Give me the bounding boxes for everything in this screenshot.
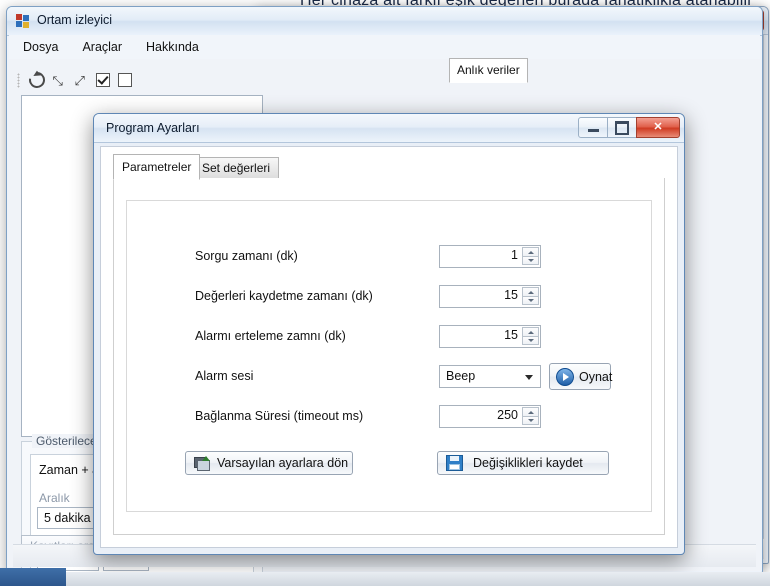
taskbar-accent	[0, 568, 66, 586]
field-row-sorgu-zamani: Sorgu zamanı (dk) 1	[127, 245, 651, 271]
expand-all-icon: ⤢	[74, 72, 85, 88]
spinner-down-icon[interactable]	[522, 336, 539, 345]
play-sound-button[interactable]: Oynat	[549, 363, 613, 390]
sorgu-zamani-value: 1	[511, 248, 518, 262]
alarm-sesi-select[interactable]: Beep	[439, 365, 541, 388]
alarm-erteleme-value: 15	[504, 328, 518, 342]
kaydetme-zamani-label: Değerleri kaydetme zamanı (dk)	[195, 289, 373, 303]
tab-anlik-veriler[interactable]: Anlık veriler	[449, 58, 528, 83]
alarm-erteleme-label: Alarmı erteleme zamnı (dk)	[195, 329, 346, 343]
restore-defaults-icon	[194, 456, 210, 471]
dialog-client: Parametreler Set değerleri Sorgu zamanı …	[100, 146, 678, 548]
dialog-close-button[interactable]: ✕	[636, 117, 680, 138]
save-icon	[446, 455, 463, 471]
expand-all-button[interactable]: ⤢	[70, 70, 92, 90]
field-row-baglanma-suresi: Bağlanma Süresi (timeout ms) 250	[127, 405, 651, 431]
play-button-label: Oynat	[579, 369, 613, 384]
menu-item-dosya[interactable]: Dosya	[23, 40, 58, 54]
menu-item-hakkinda[interactable]: Hakkında	[146, 40, 199, 54]
check-all-button[interactable]	[92, 70, 114, 90]
dialog-tabpage: Sorgu zamanı (dk) 1 Değerleri kaydetme z…	[113, 178, 665, 535]
restore-defaults-label: Varsayılan ayarlara dön	[217, 456, 349, 470]
spinner-down-icon[interactable]	[522, 296, 539, 305]
dialog-title: Program Ayarları	[106, 121, 200, 135]
baglanma-suresi-label: Bağlanma Süresi (timeout ms)	[195, 409, 364, 423]
spinner-up-icon[interactable]	[522, 407, 539, 416]
left-toolbar: ⤡ ⤢	[17, 68, 267, 92]
parameters-panel: Sorgu zamanı (dk) 1 Değerleri kaydetme z…	[126, 200, 652, 512]
kaydetme-zamani-value: 15	[504, 288, 518, 302]
dialog-minimize-button[interactable]	[578, 117, 608, 138]
chevron-down-icon	[525, 375, 533, 380]
refresh-icon	[25, 68, 49, 92]
main-menubar: Dosya Araçlar Hakkında	[9, 35, 760, 60]
field-row-kaydetme-zamani: Değerleri kaydetme zamanı (dk) 15	[127, 285, 651, 311]
program-settings-dialog[interactable]: Program Ayarları ✕ Parametreler Set değe…	[93, 113, 685, 555]
restore-defaults-button[interactable]: Varsayılan ayarlara dön	[185, 451, 353, 475]
left-toolbar-grip[interactable]	[17, 72, 20, 88]
checkbox-unchecked-icon	[118, 73, 132, 87]
baglanma-suresi-value: 250	[497, 408, 518, 422]
save-changes-label: Değişiklikleri kaydet	[473, 456, 583, 470]
application-icon	[16, 14, 30, 28]
baglanma-suresi-spinner[interactable]: 250	[439, 405, 541, 428]
screen-root: Her cihaza ait farklı eşik değerleri bur…	[0, 0, 770, 586]
play-icon	[556, 367, 574, 386]
field-row-alarm-erteleme: Alarmı erteleme zamnı (dk) 15	[127, 325, 651, 351]
dialog-maximize-button[interactable]	[607, 117, 637, 138]
spinner-up-icon[interactable]	[522, 327, 539, 336]
main-window-titlebar[interactable]: Ortam izleyici	[7, 7, 762, 36]
dialog-caption-buttons: ✕	[578, 117, 680, 138]
sorgu-zamani-spinner[interactable]: 1	[439, 245, 541, 268]
alarm-sesi-label: Alarm sesi	[195, 369, 254, 383]
alarm-sesi-value: Beep	[446, 369, 476, 383]
dialog-tabstrip: Parametreler Set değerleri	[113, 154, 665, 180]
spinner-up-icon[interactable]	[522, 247, 539, 256]
uncheck-all-button[interactable]	[114, 70, 136, 90]
kaydetme-zamani-spinner[interactable]: 15	[439, 285, 541, 308]
sorgu-zamani-spin-buttons	[522, 247, 539, 266]
menu-item-araclar[interactable]: Araçlar	[82, 40, 122, 54]
save-changes-button[interactable]: Değişiklikleri kaydet	[437, 451, 609, 475]
field-row-alarm-sesi: Alarm sesi Beep Oynat	[127, 363, 651, 391]
spinner-down-icon[interactable]	[522, 256, 539, 265]
taskbar-strip	[66, 572, 770, 586]
dialog-titlebar[interactable]: Program Ayarları ✕	[94, 114, 684, 143]
kaydetme-zamani-spin-buttons	[522, 287, 539, 306]
main-window-title: Ortam izleyici	[37, 13, 113, 27]
spinner-down-icon[interactable]	[522, 416, 539, 425]
alarm-erteleme-spinner[interactable]: 15	[439, 325, 541, 348]
collapse-all-button[interactable]: ⤡	[48, 70, 70, 90]
refresh-button[interactable]	[25, 68, 49, 92]
spinner-up-icon[interactable]	[522, 287, 539, 296]
dialog-tab-parametreler[interactable]: Parametreler	[113, 154, 201, 180]
interval-label: Aralık	[39, 491, 70, 505]
checkbox-checked-icon	[96, 73, 110, 87]
sorgu-zamani-label: Sorgu zamanı (dk)	[195, 249, 298, 263]
alarm-erteleme-spin-buttons	[522, 327, 539, 346]
collapse-all-icon: ⤡	[52, 72, 63, 88]
baglanma-suresi-spin-buttons	[522, 407, 539, 426]
dialog-tab-set-degerleri[interactable]: Set değerleri	[193, 157, 280, 179]
